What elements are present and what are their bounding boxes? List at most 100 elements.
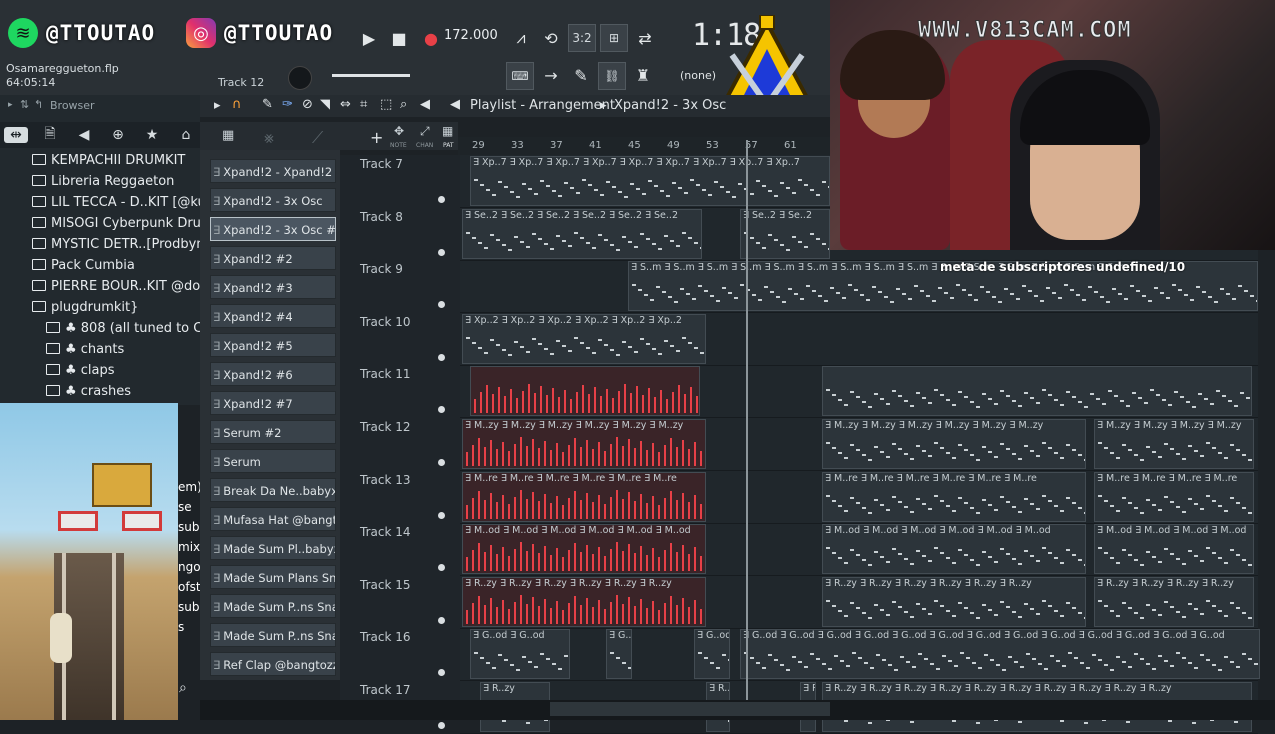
- browser-item[interactable]: ♣ claps: [0, 360, 200, 381]
- track-label[interactable]: Track 13: [360, 473, 410, 487]
- typing-keyboard-icon[interactable]: ⌨: [506, 62, 534, 90]
- slip-icon[interactable]: ⇔: [340, 97, 351, 112]
- play-button[interactable]: ▶: [356, 25, 382, 51]
- pattern-clip[interactable]: ∃ M..re ∃ M..re ∃ M..re ∃ M..re ∃ M..re …: [462, 471, 706, 522]
- channel-button[interactable]: ∃ Xpand!2 #6: [210, 362, 336, 386]
- loop-record-icon[interactable]: ⟲: [538, 25, 564, 51]
- pattern-clip[interactable]: ∃ R..zy ∃ R..zy ∃ R..zy ∃ R..zy ∃ R..zy …: [822, 576, 1086, 627]
- browser-item[interactable]: ♣ chants: [0, 339, 200, 360]
- track-label[interactable]: Track 14: [360, 525, 410, 539]
- pattern-clip[interactable]: ∃ M..zy ∃ M..zy ∃ M..zy ∃ M..zy: [1094, 419, 1254, 469]
- browser-item[interactable]: PIERRE BOUR..KIT @dopekit: [0, 276, 233, 297]
- browser-item[interactable]: MYSTIC DETR..[Prodbymed]: [0, 234, 230, 255]
- browser-partial-item[interactable]: ngo: [178, 560, 201, 580]
- link-icon[interactable]: ⛓: [598, 62, 626, 90]
- track-mute-dot[interactable]: [438, 353, 445, 361]
- metronome-icon[interactable]: ⩘: [508, 25, 534, 51]
- pattern-clip[interactable]: ∃ M..re ∃ M..re ∃ M..re ∃ M..re ∃ M..re …: [822, 471, 1086, 522]
- tempo-icon[interactable]: ⨳: [264, 128, 274, 148]
- track-mute-dot[interactable]: [438, 196, 445, 203]
- resize-icon[interactable]: ⤢: [420, 124, 430, 139]
- channel-button[interactable]: ∃Break Da Ne..babyxprod: [210, 478, 336, 502]
- link-icon[interactable]: ⟋: [312, 128, 323, 148]
- track-label[interactable]: Track 15: [360, 578, 410, 592]
- browser-partial-item[interactable]: ofst: [178, 580, 201, 600]
- expand-arrow-icon[interactable]: ▸: [8, 100, 13, 110]
- pattern-clip[interactable]: [470, 366, 700, 417]
- pattern-clip[interactable]: ∃ M..od ∃ M..od ∃ M..od ∃ M..od ∃ M..od …: [462, 524, 706, 575]
- browser-item[interactable]: ♣ crashes: [0, 381, 200, 402]
- search-icon[interactable]: ⌕: [179, 680, 187, 696]
- pattern-clip[interactable]: ∃ M..od ∃ M..od ∃ M..od ∃ M..od: [1094, 524, 1254, 575]
- browser-files-icon[interactable]: 🗎: [38, 123, 62, 147]
- track-label[interactable]: Track 11: [360, 367, 410, 381]
- pattern-clip[interactable]: ∃ Se..2 ∃ Se..2: [740, 208, 830, 259]
- blend-notes-icon[interactable]: ⇄: [632, 25, 658, 51]
- pattern-clip[interactable]: ∃ M..zy ∃ M..zy ∃ M..zy ∃ M..zy ∃ M..zy …: [822, 419, 1086, 469]
- browser-partial-item[interactable]: sub: [178, 520, 199, 540]
- browser-item[interactable]: KEMPACHII DRUMKIT: [0, 150, 200, 171]
- brush-icon[interactable]: ✎: [568, 62, 594, 88]
- master-volume-knob[interactable]: [288, 66, 312, 90]
- pattern-clip[interactable]: ∃ Xp..7 ∃ Xp..7 ∃ Xp..7 ∃ Xp..7 ∃ Xp..7 …: [470, 156, 830, 206]
- channel-button[interactable]: ∃ Serum #2: [210, 420, 336, 444]
- channel-button[interactable]: ∃ Xpand!2 #3: [210, 275, 336, 299]
- countdown-icon[interactable]: 3:2: [568, 24, 596, 52]
- track-label[interactable]: Track 17: [360, 683, 410, 697]
- channel-button[interactable]: ∃ Xpand!2 - 3x Osc #2: [210, 217, 336, 241]
- track-label[interactable]: Track 16: [360, 630, 410, 644]
- magnet-icon[interactable]: ∩: [232, 97, 242, 112]
- delete-icon[interactable]: ⊘: [302, 97, 313, 112]
- mute-icon[interactable]: ◥: [320, 97, 330, 112]
- browser-partial-item[interactable]: em): [178, 480, 202, 500]
- select-icon[interactable]: ⬚: [380, 97, 392, 112]
- channel-button[interactable]: ∃ Xpand!2 #2: [210, 246, 336, 270]
- browser-partial-item[interactable]: se: [178, 500, 198, 520]
- move-icon[interactable]: ✥: [394, 124, 404, 138]
- track-mute-dot[interactable]: [438, 511, 445, 519]
- tempo-display[interactable]: 172.000: [444, 28, 498, 50]
- browser-item[interactable]: MISOGI Cyberpunk Drumkit: [0, 213, 230, 234]
- channel-button[interactable]: ∃ Ref Clap @bangtozzy: [210, 652, 336, 676]
- browser-plugins-icon[interactable]: ⊕: [106, 127, 130, 143]
- zoom-icon[interactable]: ⌕: [400, 97, 407, 112]
- browser-folder-icon[interactable]: ⌂: [174, 127, 198, 143]
- channel-button[interactable]: ∃Made Sum P..ns Snare #3: [210, 623, 336, 647]
- track-mute-dot[interactable]: [438, 616, 445, 624]
- playlist-arrow-icon[interactable]: ▸: [214, 98, 221, 113]
- pattern-clip[interactable]: ∃ Se..2 ∃ Se..2 ∃ Se..2 ∃ Se..2 ∃ Se..2 …: [462, 208, 702, 259]
- track-label[interactable]: Track 12: [360, 420, 410, 434]
- speaker-icon[interactable]: ◀: [420, 97, 430, 112]
- browser-item[interactable]: Pack Cumbia: [0, 255, 200, 276]
- channel-button[interactable]: ∃ Xpand!2 #5: [210, 333, 336, 357]
- browser-item[interactable]: Libreria Reggaeton: [0, 171, 200, 192]
- pattern-clip[interactable]: ∃ G..od: [694, 629, 730, 680]
- pattern-clip[interactable]: ∃ Xp..2 ∃ Xp..2 ∃ Xp..2 ∃ Xp..2 ∃ Xp..2 …: [462, 313, 706, 364]
- channel-button[interactable]: ∃ Xpand!2 #7: [210, 391, 336, 415]
- arrow-right-icon[interactable]: →: [538, 62, 564, 88]
- pattern-clip[interactable]: ∃ M..od ∃ M..od ∃ M..od ∃ M..od ∃ M..od …: [822, 524, 1086, 575]
- stamp-icon[interactable]: ♜: [630, 62, 656, 88]
- playhead[interactable]: [746, 140, 748, 720]
- channel-button[interactable]: ∃ Xpand!2 - 3x Osc: [210, 188, 336, 212]
- channel-button[interactable]: ∃ Serum: [210, 449, 336, 473]
- step-edit-icon[interactable]: ⊞: [600, 24, 628, 52]
- browser-item[interactable]: plugdrumkit}: [0, 297, 200, 318]
- channel-button[interactable]: ∃ Xpand!2 - Xpand!2: [210, 159, 336, 183]
- track-mute-dot[interactable]: [438, 459, 445, 466]
- browser-audio-icon[interactable]: ◀: [72, 127, 96, 143]
- track-mute-dot[interactable]: [438, 722, 445, 729]
- channel-button[interactable]: ∃ Xpand!2 #4: [210, 304, 336, 328]
- channel-button[interactable]: ∃Mufasa Hat @bangtozzy: [210, 507, 336, 531]
- browser-partial-item[interactable]: mix: [178, 540, 200, 560]
- pattern-clip[interactable]: ∃ G..od: [606, 629, 632, 680]
- track-label[interactable]: Track 10: [360, 315, 410, 329]
- pattern-clip[interactable]: [822, 366, 1252, 417]
- master-pitch-slider[interactable]: [332, 74, 410, 77]
- up-arrow-icon[interactable]: ⇅: [20, 98, 29, 111]
- pattern-clip[interactable]: ∃ G..od ∃ G..od: [470, 629, 570, 680]
- pattern-clip[interactable]: ∃ R..zy ∃ R..zy ∃ R..zy ∃ R..zy: [1094, 576, 1254, 627]
- paint-icon[interactable]: ✑: [282, 97, 293, 112]
- track-label[interactable]: Track 8: [360, 210, 403, 224]
- pattern-clip[interactable]: ∃ R..zy ∃ R..zy ∃ R..zy ∃ R..zy ∃ R..zy …: [462, 576, 706, 627]
